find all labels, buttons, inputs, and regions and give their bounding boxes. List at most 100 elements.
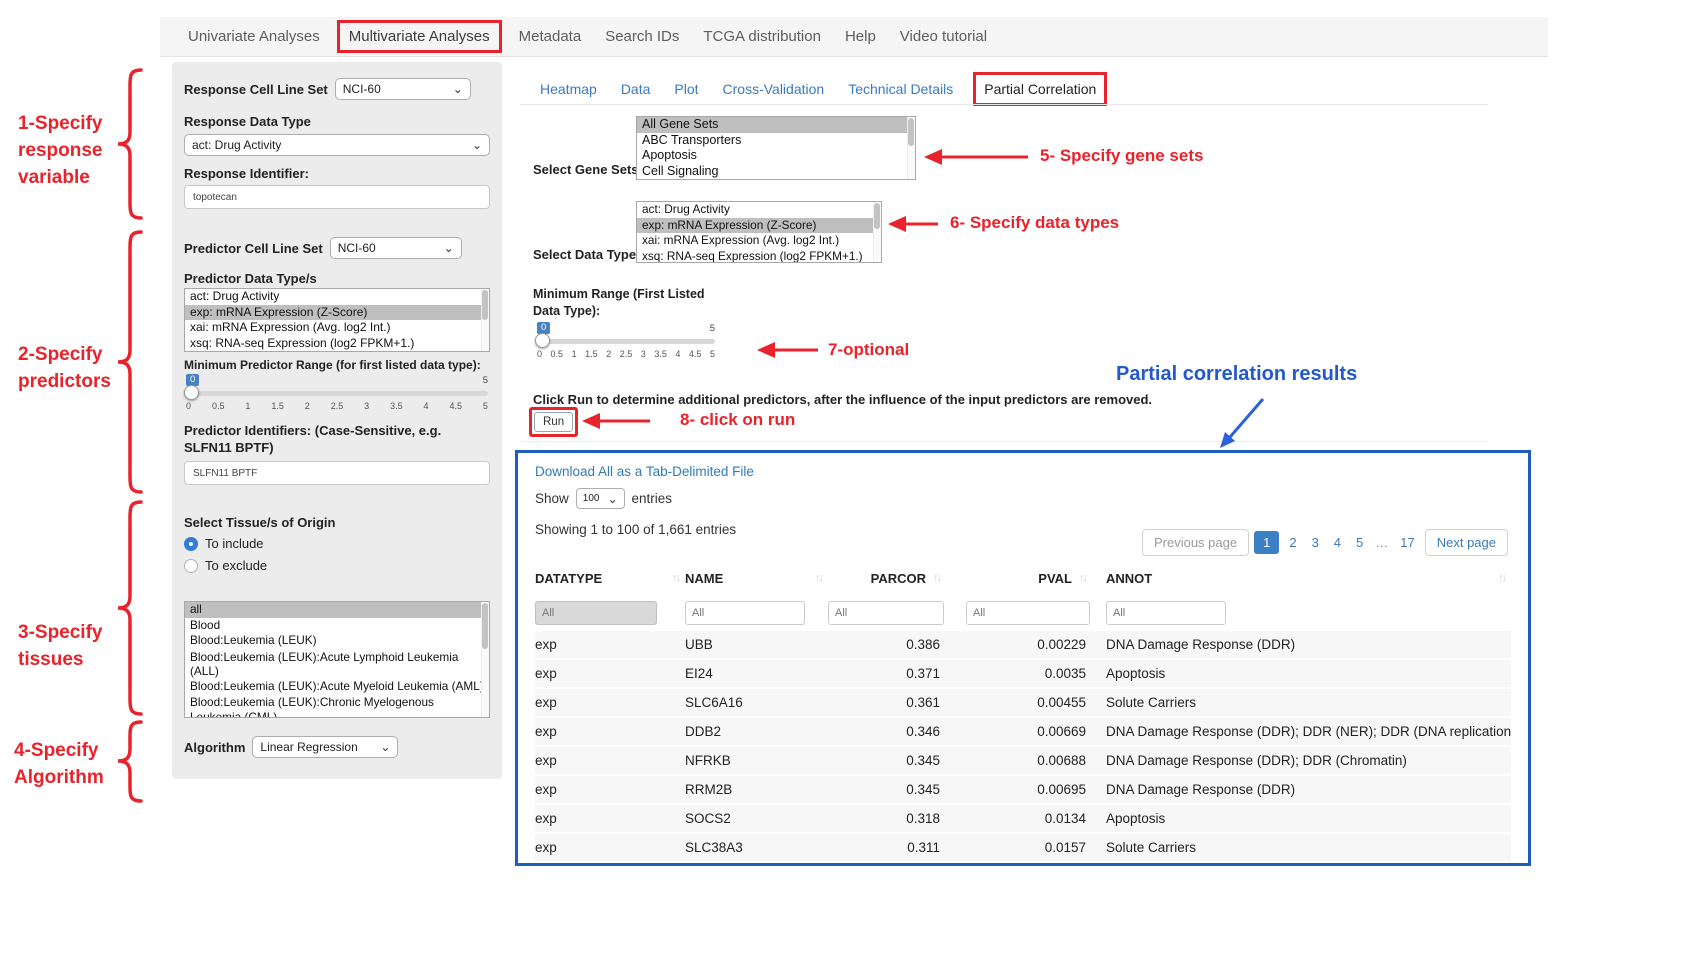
annotation-line: 4-Specify <box>14 737 104 764</box>
column-header-label: PVAL <box>1038 571 1072 586</box>
slider-handle[interactable] <box>535 333 550 348</box>
page-button-2[interactable]: 2 <box>1284 531 1301 554</box>
predictor-data-type-option[interactable]: xai: mRNA Expression (Avg. log2 Int.) <box>185 320 489 336</box>
nav-item-tcga-distribution[interactable]: TCGA distribution <box>691 28 833 45</box>
slider-handle[interactable] <box>184 385 199 400</box>
predictor-cell-line-set-select[interactable]: NCI-60 ⌄ <box>330 237 462 259</box>
min-range-label-line2: Data Type): <box>533 304 600 318</box>
tab-technical-details[interactable]: Technical Details <box>836 81 965 97</box>
nav-item-univariate-analyses[interactable]: Univariate Analyses <box>176 28 332 45</box>
column-header-datatype[interactable]: DATATYPE ↑↓ <box>535 571 685 586</box>
page-button-3[interactable]: 3 <box>1307 531 1324 554</box>
column-header-annot[interactable]: ANNOT ↑↓ <box>1092 571 1511 586</box>
tissue-option[interactable]: all <box>185 602 489 618</box>
brace-step2-icon <box>118 232 141 492</box>
response-identifier-input[interactable] <box>184 185 490 209</box>
data-type-option[interactable]: xai: mRNA Expression (Avg. log2 Int.) <box>637 233 881 249</box>
include-radio[interactable] <box>184 537 198 551</box>
data-type-option[interactable]: xsq: RNA-seq Expression (log2 FPKM+1.) <box>637 249 881 264</box>
download-link[interactable]: Download All as a Tab-Delimited File <box>535 464 754 479</box>
show-label: Show <box>535 491 569 506</box>
tick-label: 0.5 <box>212 401 225 411</box>
filter-annot-input[interactable] <box>1106 601 1226 625</box>
column-header-pval[interactable]: PVAL ↑↓ <box>946 571 1092 586</box>
cell-name: SOCS2 <box>685 811 828 826</box>
gene-set-option[interactable]: Cell Signaling <box>637 164 915 180</box>
table-row: exp DDB2 0.346 0.00669 DNA Damage Respon… <box>535 718 1511 747</box>
nav-item-help[interactable]: Help <box>833 28 888 45</box>
predictor-data-type-option[interactable]: exp: mRNA Expression (Z-Score) <box>185 305 489 321</box>
nav-item-video-tutorial[interactable]: Video tutorial <box>888 28 999 45</box>
tick-label: 4 <box>424 401 429 411</box>
slider-track[interactable] <box>186 391 488 396</box>
cell-pval: 0.0035 <box>946 666 1092 681</box>
tick-label: 0.5 <box>551 349 564 359</box>
cell-name: RRM2B <box>685 782 828 797</box>
tab-cross-validation[interactable]: Cross-Validation <box>711 81 837 97</box>
exclude-radio[interactable] <box>184 559 198 573</box>
predictor-data-type-option[interactable]: xsq: RNA-seq Expression (log2 FPKM+1.) <box>185 336 489 352</box>
predictor-identifiers-label: Predictor Identifiers: (Case-Sensitive, … <box>184 422 490 456</box>
gene-set-option[interactable]: ABC Transporters <box>637 133 915 149</box>
tab-heatmap[interactable]: Heatmap <box>528 81 609 97</box>
slider-track[interactable] <box>537 339 715 344</box>
arrow-run-icon <box>582 413 650 429</box>
pagination: Previous page 1 2 3 4 5 … 17 Next page <box>1142 529 1508 556</box>
tab-data[interactable]: Data <box>609 81 663 97</box>
algorithm-select[interactable]: Linear Regression ⌄ <box>252 736 398 758</box>
response-data-type-select[interactable]: act: Drug Activity ⌄ <box>184 134 490 156</box>
nav-item-metadata[interactable]: Metadata <box>507 28 594 45</box>
tissue-option[interactable]: Blood:Leukemia (LEUK) <box>185 633 489 649</box>
tissue-option[interactable]: Blood:Leukemia (LEUK):Acute Myeloid Leuk… <box>185 679 489 695</box>
cell-pval: 0.0157 <box>946 840 1092 855</box>
next-page-button[interactable]: Next page <box>1425 529 1508 556</box>
page-button-17[interactable]: 17 <box>1395 531 1419 554</box>
tick-label: 0 <box>537 349 542 359</box>
filter-name-input[interactable] <box>685 601 805 625</box>
page-length-select[interactable]: 100 ⌄ <box>576 488 625 509</box>
tissue-option[interactable]: Blood:Leukemia (LEUK):Chronic Myelogenou… <box>185 694 489 718</box>
data-type-option[interactable]: act: Drug Activity <box>637 202 881 218</box>
scrollbar[interactable] <box>873 202 881 262</box>
predictor-data-type-option[interactable]: act: Drug Activity <box>185 289 489 305</box>
filter-datatype-input[interactable] <box>535 601 657 625</box>
nav-item-search-ids[interactable]: Search IDs <box>593 28 691 45</box>
cell-annot: Solute Carriers <box>1092 840 1511 855</box>
response-cell-line-set-select[interactable]: NCI-60 ⌄ <box>335 78 471 100</box>
page-button-5[interactable]: 5 <box>1351 531 1368 554</box>
tab-partial-correlation[interactable]: Partial Correlation <box>984 81 1096 97</box>
column-header-name[interactable]: NAME ↑↓ <box>685 571 828 586</box>
filter-pval-input[interactable] <box>966 601 1090 625</box>
page-button-4[interactable]: 4 <box>1329 531 1346 554</box>
column-header-parcor[interactable]: PARCOR ↑↓ <box>828 571 946 586</box>
page-button-1[interactable]: 1 <box>1254 531 1279 554</box>
column-header-label: NAME <box>685 571 723 586</box>
cell-datatype: exp <box>535 840 685 855</box>
nav-item-multivariate-analyses[interactable]: Multivariate Analyses <box>349 28 490 45</box>
scrollbar[interactable] <box>907 117 915 179</box>
annotation-line: Algorithm <box>14 764 104 791</box>
tick-label: 5 <box>710 349 715 359</box>
predictor-data-types-listbox: act: Drug Activity exp: mRNA Expression … <box>184 288 490 352</box>
tab-plot[interactable]: Plot <box>662 81 710 97</box>
gene-set-option[interactable]: All Gene Sets <box>637 117 915 133</box>
previous-page-button[interactable]: Previous page <box>1142 529 1249 556</box>
tab-active-highlight-box: Partial Correlation <box>973 72 1107 106</box>
predictor-identifiers-input[interactable] <box>184 461 490 485</box>
response-identifier-label: Response Identifier: <box>184 166 490 181</box>
data-type-option[interactable]: exp: mRNA Expression (Z-Score) <box>637 218 881 234</box>
scrollbar[interactable] <box>481 602 489 717</box>
scrollbar[interactable] <box>481 289 489 351</box>
cell-datatype: exp <box>535 666 685 681</box>
filter-parcor-input[interactable] <box>828 601 944 625</box>
tissue-option[interactable]: Blood <box>185 618 489 634</box>
cell-parcor: 0.345 <box>828 782 946 797</box>
cell-datatype: exp <box>535 637 685 652</box>
tissue-option[interactable]: Blood:Leukemia (LEUK):Acute Lymphoid Leu… <box>185 649 489 679</box>
gene-set-option[interactable]: Apoptosis <box>637 148 915 164</box>
brace-step3-icon <box>118 502 141 714</box>
table-row: exp SLC6A16 0.361 0.00455 Solute Carrier… <box>535 689 1511 718</box>
cell-annot: DNA Damage Response (DDR) <box>1092 637 1511 652</box>
chevron-down-icon: ⌄ <box>444 243 454 253</box>
run-button[interactable]: Run <box>534 412 573 432</box>
